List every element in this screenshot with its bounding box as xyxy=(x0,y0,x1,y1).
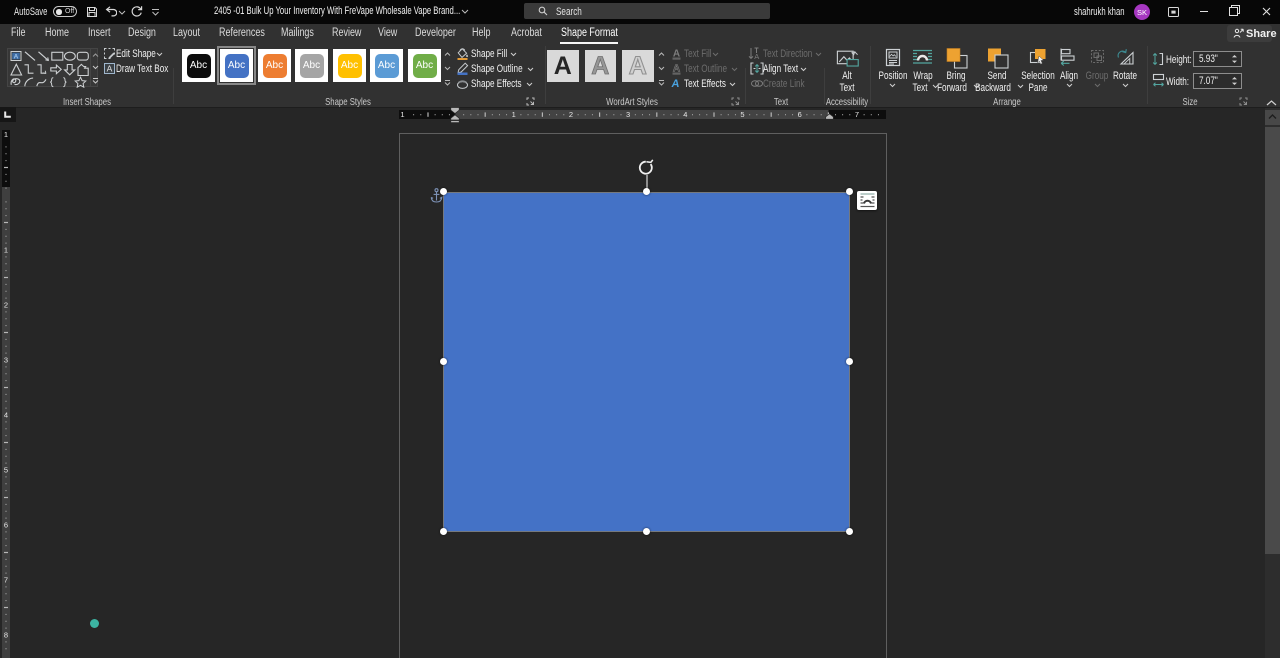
svg-text:2: 2 xyxy=(4,301,8,310)
svg-text:1: 1 xyxy=(512,110,516,119)
svg-text:8: 8 xyxy=(4,631,8,640)
svg-text:4: 4 xyxy=(4,411,8,420)
svg-text:A: A xyxy=(107,64,113,74)
svg-text:6: 6 xyxy=(798,110,802,119)
svg-text:2: 2 xyxy=(569,110,573,119)
svg-text:5: 5 xyxy=(4,466,8,475)
svg-text:1: 1 xyxy=(400,110,404,119)
svg-text:A: A xyxy=(754,52,759,60)
svg-text:3: 3 xyxy=(4,356,8,365)
svg-text:4: 4 xyxy=(683,110,687,119)
svg-text:7: 7 xyxy=(855,110,859,119)
svg-text:7: 7 xyxy=(4,576,8,585)
svg-text:6: 6 xyxy=(4,521,8,530)
svg-text:1: 1 xyxy=(4,130,8,139)
svg-text:3: 3 xyxy=(626,110,630,119)
svg-text:5: 5 xyxy=(740,110,744,119)
svg-text:A: A xyxy=(671,78,680,90)
svg-text:A: A xyxy=(14,53,19,60)
svg-text:1: 1 xyxy=(4,246,8,255)
